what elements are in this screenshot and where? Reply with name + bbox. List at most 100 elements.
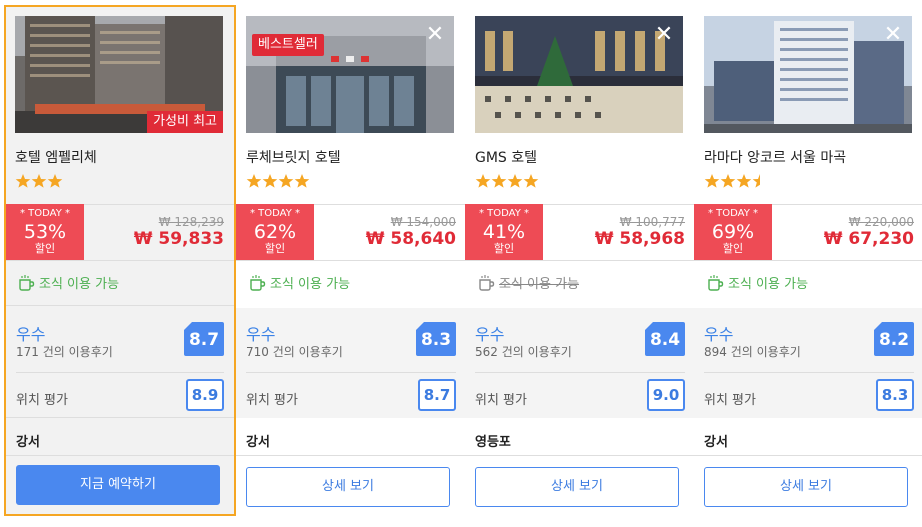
rating-block: 우수 171 건의 이용후기 8.7 위치 평가 8.9	[6, 308, 234, 418]
divider	[694, 455, 922, 456]
discount-percent: 62%	[253, 221, 297, 243]
today-discount-badge: * TODAY * 69% 할인	[694, 204, 772, 260]
divider	[236, 455, 466, 456]
star-rating	[475, 173, 539, 189]
star-icon	[31, 174, 47, 188]
divider	[16, 372, 224, 373]
coffee-cup-icon	[250, 274, 266, 291]
hotel-name[interactable]: GMS 호텔	[475, 147, 537, 167]
breakfast-label: 조식 이용 가능	[728, 277, 809, 292]
sale-price: ₩ 58,640	[365, 229, 456, 249]
star-icon	[523, 174, 539, 188]
today-label: * TODAY *	[19, 208, 71, 219]
discount-percent: 41%	[482, 221, 526, 243]
details-button[interactable]: 상세 보기	[475, 467, 679, 507]
sale-price: ₩ 58,968	[594, 229, 685, 249]
hotel-photo[interactable]: 가성비 최고	[15, 16, 223, 133]
hotel-area: 강서	[246, 435, 270, 450]
today-label: * TODAY *	[249, 208, 301, 219]
discount-percent: 53%	[23, 221, 67, 243]
review-count[interactable]: 562 건의 이용후기	[475, 343, 572, 360]
today-discount-badge: * TODAY * 62% 할인	[236, 204, 314, 260]
hotel-area: 강서	[704, 435, 728, 450]
divider	[465, 260, 695, 261]
location-rating-label: 위치 평가	[475, 393, 527, 408]
original-price: ₩ 100,777	[619, 215, 685, 229]
location-rating-label: 위치 평가	[246, 393, 298, 408]
hotel-photo[interactable]: ✕	[704, 16, 912, 133]
hotel-area: 영등포	[475, 435, 511, 450]
today-discount-badge: * TODAY * 41% 할인	[465, 204, 543, 260]
today-label: * TODAY *	[707, 208, 759, 219]
breakfast-label: 조식 이용 가능	[39, 277, 120, 292]
sale-price: ₩ 67,230	[823, 229, 914, 249]
today-discount-badge: * TODAY * 53% 할인	[6, 204, 84, 260]
star-icon	[507, 174, 523, 188]
original-price: ₩ 154,000	[390, 215, 456, 229]
discount-label: 할인	[493, 242, 515, 255]
value-badge: 가성비 최고	[147, 111, 223, 133]
details-button[interactable]: 상세 보기	[246, 467, 450, 507]
coffee-cup-icon	[19, 274, 35, 291]
hotel-name[interactable]: 루체브릿지 호텔	[246, 147, 341, 167]
hotel-card[interactable]: 베스트셀러 ✕ 루체브릿지 호텔 * TODAY * 62% 할인 ₩ 154,…	[236, 5, 466, 515]
today-label: * TODAY *	[478, 208, 530, 219]
rating-block: 우수 894 건의 이용후기 8.2 위치 평가 8.3	[694, 308, 922, 418]
breakfast-info: 조식 이용 가능	[706, 273, 808, 292]
star-icon	[475, 174, 491, 188]
star-icon	[736, 174, 752, 188]
sale-price: ₩ 59,833	[133, 229, 224, 249]
star-icon	[15, 174, 31, 188]
discount-label: 할인	[34, 242, 56, 255]
breakfast-info: 조식 이용 가능	[477, 273, 579, 292]
review-score: 8.3	[416, 322, 456, 356]
book-now-button[interactable]: 지금 예약하기	[16, 465, 220, 505]
hotel-card[interactable]: 가성비 최고 호텔 엠펠리체 * TODAY * 53% 할인 ₩ 128,23…	[4, 5, 236, 516]
discount-label: 할인	[722, 242, 744, 255]
close-icon[interactable]: ✕	[424, 24, 446, 46]
divider	[475, 372, 685, 373]
divider	[6, 305, 234, 306]
star-icon	[47, 174, 63, 188]
hotel-photo[interactable]: 베스트셀러 ✕	[246, 16, 454, 133]
discount-percent: 69%	[711, 221, 755, 243]
star-rating	[704, 173, 768, 189]
coffee-cup-icon	[708, 274, 724, 291]
review-grade: 우수	[704, 325, 734, 344]
hotel-photo[interactable]: ✕	[475, 16, 683, 133]
close-icon[interactable]: ✕	[653, 24, 675, 46]
location-score: 8.9	[186, 379, 224, 411]
location-score: 9.0	[647, 379, 685, 411]
divider	[704, 372, 914, 373]
hotel-comparison: 가성비 최고 호텔 엠펠리체 * TODAY * 53% 할인 ₩ 128,23…	[0, 0, 922, 527]
star-rating	[15, 173, 63, 189]
bestseller-badge: 베스트셀러	[252, 34, 324, 56]
location-rating-label: 위치 평가	[16, 393, 68, 408]
review-grade: 우수	[16, 325, 46, 344]
hotel-name[interactable]: 라마다 앙코르 서울 마곡	[704, 147, 846, 167]
review-score: 8.4	[645, 322, 685, 356]
review-count[interactable]: 710 건의 이용후기	[246, 343, 343, 360]
star-icon	[262, 174, 278, 188]
review-score: 8.2	[874, 322, 914, 356]
star-icon	[278, 174, 294, 188]
review-grade: 우수	[475, 325, 505, 344]
divider	[246, 372, 456, 373]
discount-label: 할인	[264, 242, 286, 255]
price-row: * TODAY * 62% 할인 ₩ 154,000 ₩ 58,640	[236, 204, 466, 260]
review-count[interactable]: 894 건의 이용후기	[704, 343, 801, 360]
star-icon	[752, 174, 760, 188]
hotel-name[interactable]: 호텔 엠펠리체	[15, 147, 97, 167]
star-icon	[294, 174, 310, 188]
breakfast-info: 조식 이용 가능	[248, 273, 350, 292]
star-icon	[491, 174, 507, 188]
review-count[interactable]: 171 건의 이용후기	[16, 343, 113, 360]
breakfast-info: 조식 이용 가능	[17, 273, 119, 292]
hotel-card[interactable]: ✕ 라마다 앙코르 서울 마곡 * TODAY * 69% 할인 ₩ 220,0…	[694, 5, 922, 515]
review-grade: 우수	[246, 325, 276, 344]
close-icon[interactable]: ✕	[882, 24, 904, 46]
details-button[interactable]: 상세 보기	[704, 467, 908, 507]
price-row: * TODAY * 69% 할인 ₩ 220,000 ₩ 67,230	[694, 204, 922, 260]
hotel-card[interactable]: ✕ GMS 호텔 * TODAY * 41% 할인 ₩ 100,777 ₩ 58…	[465, 5, 695, 515]
divider	[6, 417, 234, 418]
